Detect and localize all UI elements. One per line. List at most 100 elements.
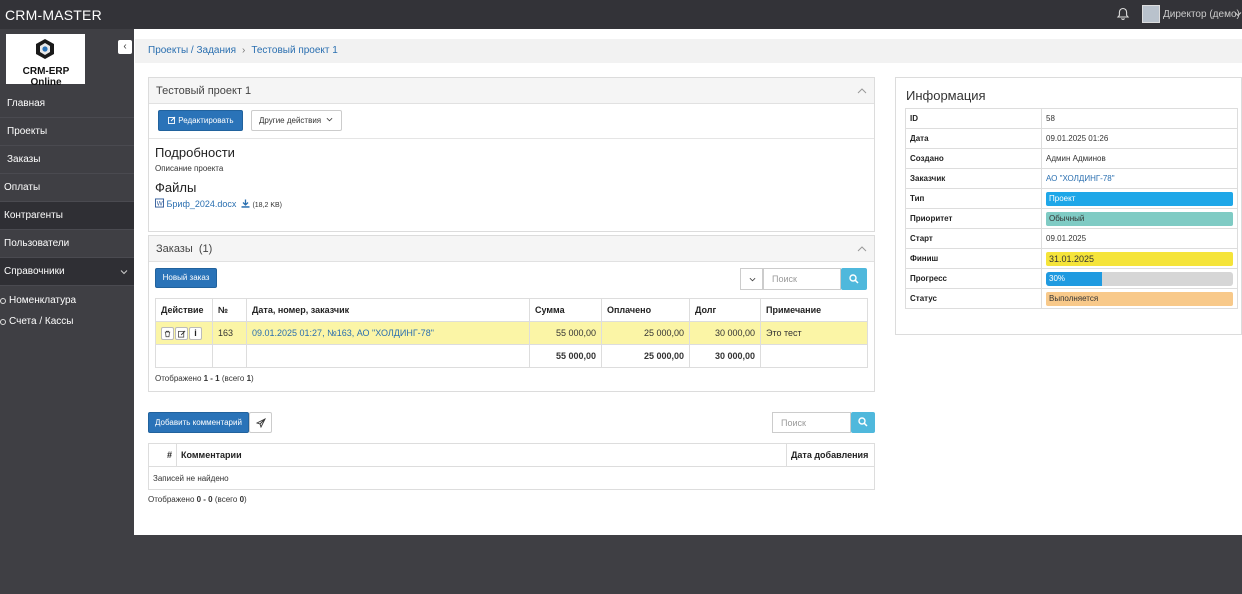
row-debt: 30 000,00 (689, 321, 761, 345)
app-title[interactable]: CRM-MASTER (5, 7, 102, 23)
project-description: Описание проекта (155, 164, 224, 173)
col-date[interactable]: Дата добавления (786, 443, 875, 467)
col-index[interactable]: # (148, 443, 177, 467)
edit-button-label: Редактировать (178, 116, 234, 125)
bell-icon[interactable] (1116, 7, 1130, 21)
file-size: (18,2 KB) (252, 202, 283, 209)
orders-pagination-summary: Отображено 1 - 1 (всего 1) (155, 374, 254, 383)
comments-search-button[interactable] (851, 412, 875, 433)
sidebar-item-orders[interactable]: Заказы (0, 146, 134, 174)
other-actions-dropdown[interactable]: Другие действия (251, 110, 342, 131)
chevron-down-icon (120, 270, 128, 275)
new-order-button[interactable]: Новый заказ (155, 268, 217, 288)
row-sum: 55 000,00 (529, 321, 602, 345)
sidebar-item-projects[interactable]: Проекты (0, 118, 134, 146)
avatar[interactable] (1142, 5, 1160, 23)
project-panel-header: Тестовый проект 1 (149, 78, 874, 104)
col-comments[interactable]: Комментарии (176, 443, 787, 467)
comments-pagination-summary: Отображено 0 - 0 (всего 0) (148, 495, 247, 504)
order-link[interactable]: 09.01.2025 01:27, №163, АО "ХОЛДИНГ-78" (252, 328, 434, 338)
table-header-row: # Комментарии Дата добавления (148, 443, 875, 467)
other-actions-label: Другие действия (259, 116, 322, 125)
download-icon[interactable] (241, 199, 250, 208)
user-name[interactable]: Директор (демо) (1163, 9, 1240, 20)
sidebar-item-users[interactable]: Пользователи (0, 230, 134, 258)
orders-title: Заказы (1) (156, 243, 213, 255)
info-title: Информация (906, 88, 986, 103)
sidebar-subitem-accounts[interactable]: Счета / Кассы (0, 311, 134, 332)
trash-icon[interactable] (161, 326, 174, 340)
info-row-status: Статус Выполняется (905, 288, 1238, 309)
file-row: W Бриф_2024.docx (18,2 KB) (155, 198, 282, 209)
totals-row: 55 000,00 25 000,00 30 000,00 (155, 344, 868, 368)
orders-filter-dropdown[interactable] (740, 268, 763, 290)
table-row[interactable]: i 163 09.01.2025 01:27, №163, АО "ХОЛДИН… (155, 321, 868, 345)
table-header-row: Действие № Дата, номер, заказчик Сумма О… (155, 298, 868, 322)
breadcrumb-separator: › (241, 45, 246, 56)
orders-search-button[interactable] (841, 268, 867, 290)
orders-search-input[interactable]: Поиск (763, 268, 841, 290)
orders-panel: Заказы (1) Новый заказ Поиск Действие № … (148, 235, 875, 392)
project-panel: Тестовый проект 1 Редактировать Другие д… (148, 77, 875, 232)
col-desc[interactable]: Дата, номер, заказчик (246, 298, 530, 322)
add-comment-button[interactable]: Добавить комментарий (148, 412, 249, 433)
status-badge: Выполняется (1046, 291, 1233, 306)
col-note[interactable]: Примечание (760, 298, 868, 322)
info-row-start: Старт 09.01.2025 (905, 228, 1238, 249)
info-row-progress: Прогресс 30% (905, 268, 1238, 289)
finish-badge: 31.01.2025 (1046, 251, 1233, 266)
empty-row: Записей не найдено (148, 466, 875, 490)
orders-panel-header: Заказы (1) (149, 236, 874, 262)
sidebar-subitem-nomenclature[interactable]: Номенклатура (0, 290, 134, 311)
logo-text: CRM-ERP Online (22, 66, 70, 88)
divider (149, 138, 874, 139)
logo[interactable]: CRM-ERP Online (6, 34, 85, 88)
files-heading: Файлы (155, 180, 197, 195)
col-sum[interactable]: Сумма (529, 298, 602, 322)
row-number: 163 (212, 321, 247, 345)
col-action[interactable]: Действие (155, 298, 213, 322)
empty-message: Записей не найдено (148, 466, 875, 490)
send-icon (256, 418, 266, 428)
edit-button[interactable]: Редактировать (158, 110, 243, 131)
info-row-finish: Финиш 31.01.2025 (905, 248, 1238, 269)
info-icon[interactable]: i (189, 326, 202, 340)
send-button[interactable] (249, 412, 272, 433)
col-paid[interactable]: Оплачено (601, 298, 690, 322)
main-content: Проекты / Задания › Тестовый проект 1 Тест… (134, 29, 1242, 535)
comments-search-input[interactable]: Поиск (772, 412, 851, 433)
sidebar-item-directories[interactable]: Справочники (0, 258, 134, 286)
customer-link[interactable]: АО "ХОЛДИНГ-78" (1046, 174, 1115, 183)
sidebar-nav: Главная Проекты Заказы Оплаты Контрагент… (0, 90, 134, 332)
info-row-created: Создано Админ Админов (905, 148, 1238, 169)
type-badge: Проект (1046, 191, 1233, 206)
project-date: 09.01.2025 01:26 (1041, 128, 1238, 149)
sidebar-item-payments[interactable]: Оплаты (0, 174, 134, 202)
details-heading: Подробности (155, 145, 235, 160)
chevron-up-icon[interactable] (857, 87, 867, 95)
col-debt[interactable]: Долг (689, 298, 761, 322)
info-panel: Информация ID 58 Дата 09.01.2025 01:26 Соз… (895, 77, 1242, 335)
file-link[interactable]: Бриф_2024.docx (167, 199, 237, 209)
project-id: 58 (1041, 108, 1238, 129)
breadcrumb: Проекты / Задания › Тестовый проект 1 (135, 39, 1242, 63)
col-number[interactable]: № (212, 298, 247, 322)
word-file-icon: W (155, 198, 164, 208)
edit-icon[interactable] (175, 326, 188, 340)
sidebar-item-home[interactable]: Главная (0, 90, 134, 118)
chevron-down-icon[interactable] (1234, 10, 1242, 18)
row-actions: i (155, 321, 213, 345)
chevron-up-icon[interactable] (857, 245, 867, 253)
sidebar-collapse-button[interactable]: ‹ (118, 40, 132, 54)
progress-fill: 30% (1046, 271, 1103, 286)
breadcrumb-current[interactable]: Тестовый проект 1 (251, 45, 338, 56)
chevron-down-icon (326, 117, 333, 122)
logo-cube-icon (36, 39, 54, 59)
project-title: Тестовый проект 1 (156, 85, 252, 97)
info-row-priority: Приоритет Обычный (905, 208, 1238, 229)
top-bar: CRM-MASTER Директор (демо) (0, 0, 1242, 29)
orders-table: Действие № Дата, номер, заказчик Сумма О… (155, 298, 868, 368)
info-table: ID 58 Дата 09.01.2025 01:26 Создано Админ А… (905, 108, 1238, 309)
sidebar-item-contractors[interactable]: Контрагенты (0, 202, 134, 230)
breadcrumb-parent[interactable]: Проекты / Задания (148, 45, 236, 56)
